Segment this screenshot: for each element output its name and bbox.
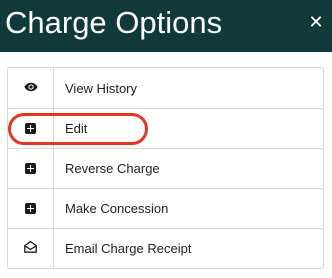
- dialog-header: Charge Options ✕: [0, 0, 332, 52]
- dialog-title: Charge Options: [5, 5, 223, 40]
- option-label: Make Concession: [65, 201, 169, 216]
- option-icon-cell: [8, 229, 54, 268]
- option-edit[interactable]: Edit: [8, 108, 323, 148]
- plus-square-icon: [25, 203, 36, 214]
- envelope-open-icon: [24, 240, 37, 258]
- option-icon-cell: [8, 189, 54, 228]
- close-icon[interactable]: ✕: [306, 11, 326, 35]
- option-icon-cell: [8, 68, 54, 108]
- option-icon-cell: [8, 149, 54, 188]
- option-label: Reverse Charge: [65, 161, 160, 176]
- option-icon-cell: [8, 109, 54, 148]
- options-list: View History Edit Reverse Charge Make Co…: [7, 67, 324, 269]
- eye-icon: [23, 79, 38, 97]
- option-label: Email Charge Receipt: [65, 241, 192, 256]
- plus-square-icon: [25, 163, 36, 174]
- option-email-charge-receipt[interactable]: Email Charge Receipt: [8, 228, 323, 268]
- option-view-history[interactable]: View History: [8, 68, 323, 108]
- plus-square-icon: [25, 123, 36, 134]
- option-label: View History: [65, 80, 138, 96]
- option-make-concession[interactable]: Make Concession: [8, 188, 323, 228]
- option-label: Edit: [65, 121, 88, 136]
- option-reverse-charge[interactable]: Reverse Charge: [8, 148, 323, 188]
